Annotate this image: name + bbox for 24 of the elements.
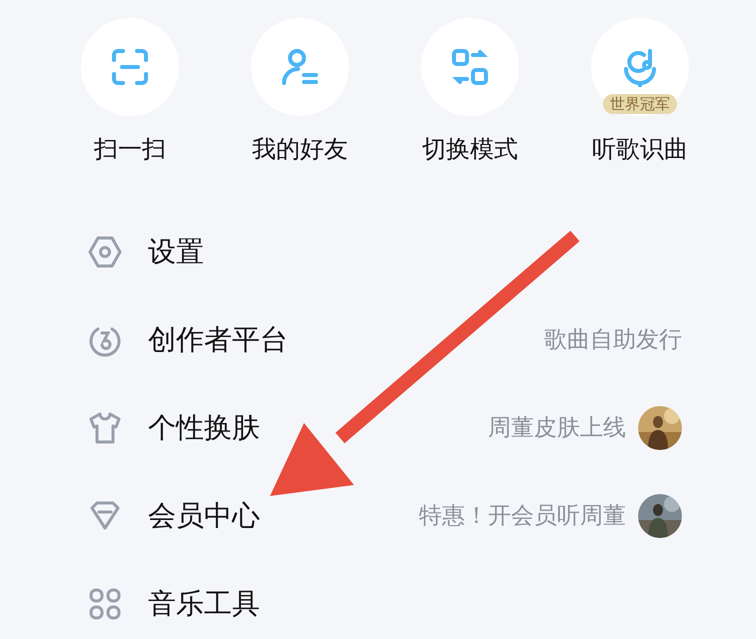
menu-label: 设置: [148, 234, 204, 270]
quick-action-label: 听歌识曲: [592, 134, 688, 164]
menu-item[interactable]: 创作者平台 歌曲自助发行: [88, 318, 682, 362]
t-shirt-icon: [88, 411, 122, 445]
grid-icon: [88, 587, 122, 621]
menu-label: 会员中心: [148, 498, 260, 534]
menu-note: 歌曲自助发行: [544, 326, 682, 355]
hexagon-settings-icon: [88, 235, 122, 269]
menu-label: 创作者平台: [148, 322, 288, 358]
quick-action-label: 扫一扫: [94, 134, 166, 164]
switch-mode-icon: [450, 47, 490, 87]
menu-note: 周董皮肤上线: [488, 414, 626, 443]
menu-item[interactable]: 设置: [88, 230, 682, 274]
menu-note: 特惠！开会员听周董: [419, 502, 626, 531]
menu-item[interactable]: 会员中心 特惠！开会员听周董: [88, 494, 682, 538]
quick-action-label: 切换模式: [422, 134, 518, 164]
menu-label: 个性换肤: [148, 410, 260, 446]
menu-label: 音乐工具: [148, 586, 260, 622]
menu-item[interactable]: 音乐工具: [88, 582, 682, 626]
friend-list-icon: [280, 47, 320, 87]
scan-icon: [110, 47, 150, 87]
quick-action-label: 我的好友: [252, 134, 348, 164]
badge: 世界冠军: [603, 94, 677, 114]
quick-action-button[interactable]: 世界冠军: [591, 18, 689, 116]
